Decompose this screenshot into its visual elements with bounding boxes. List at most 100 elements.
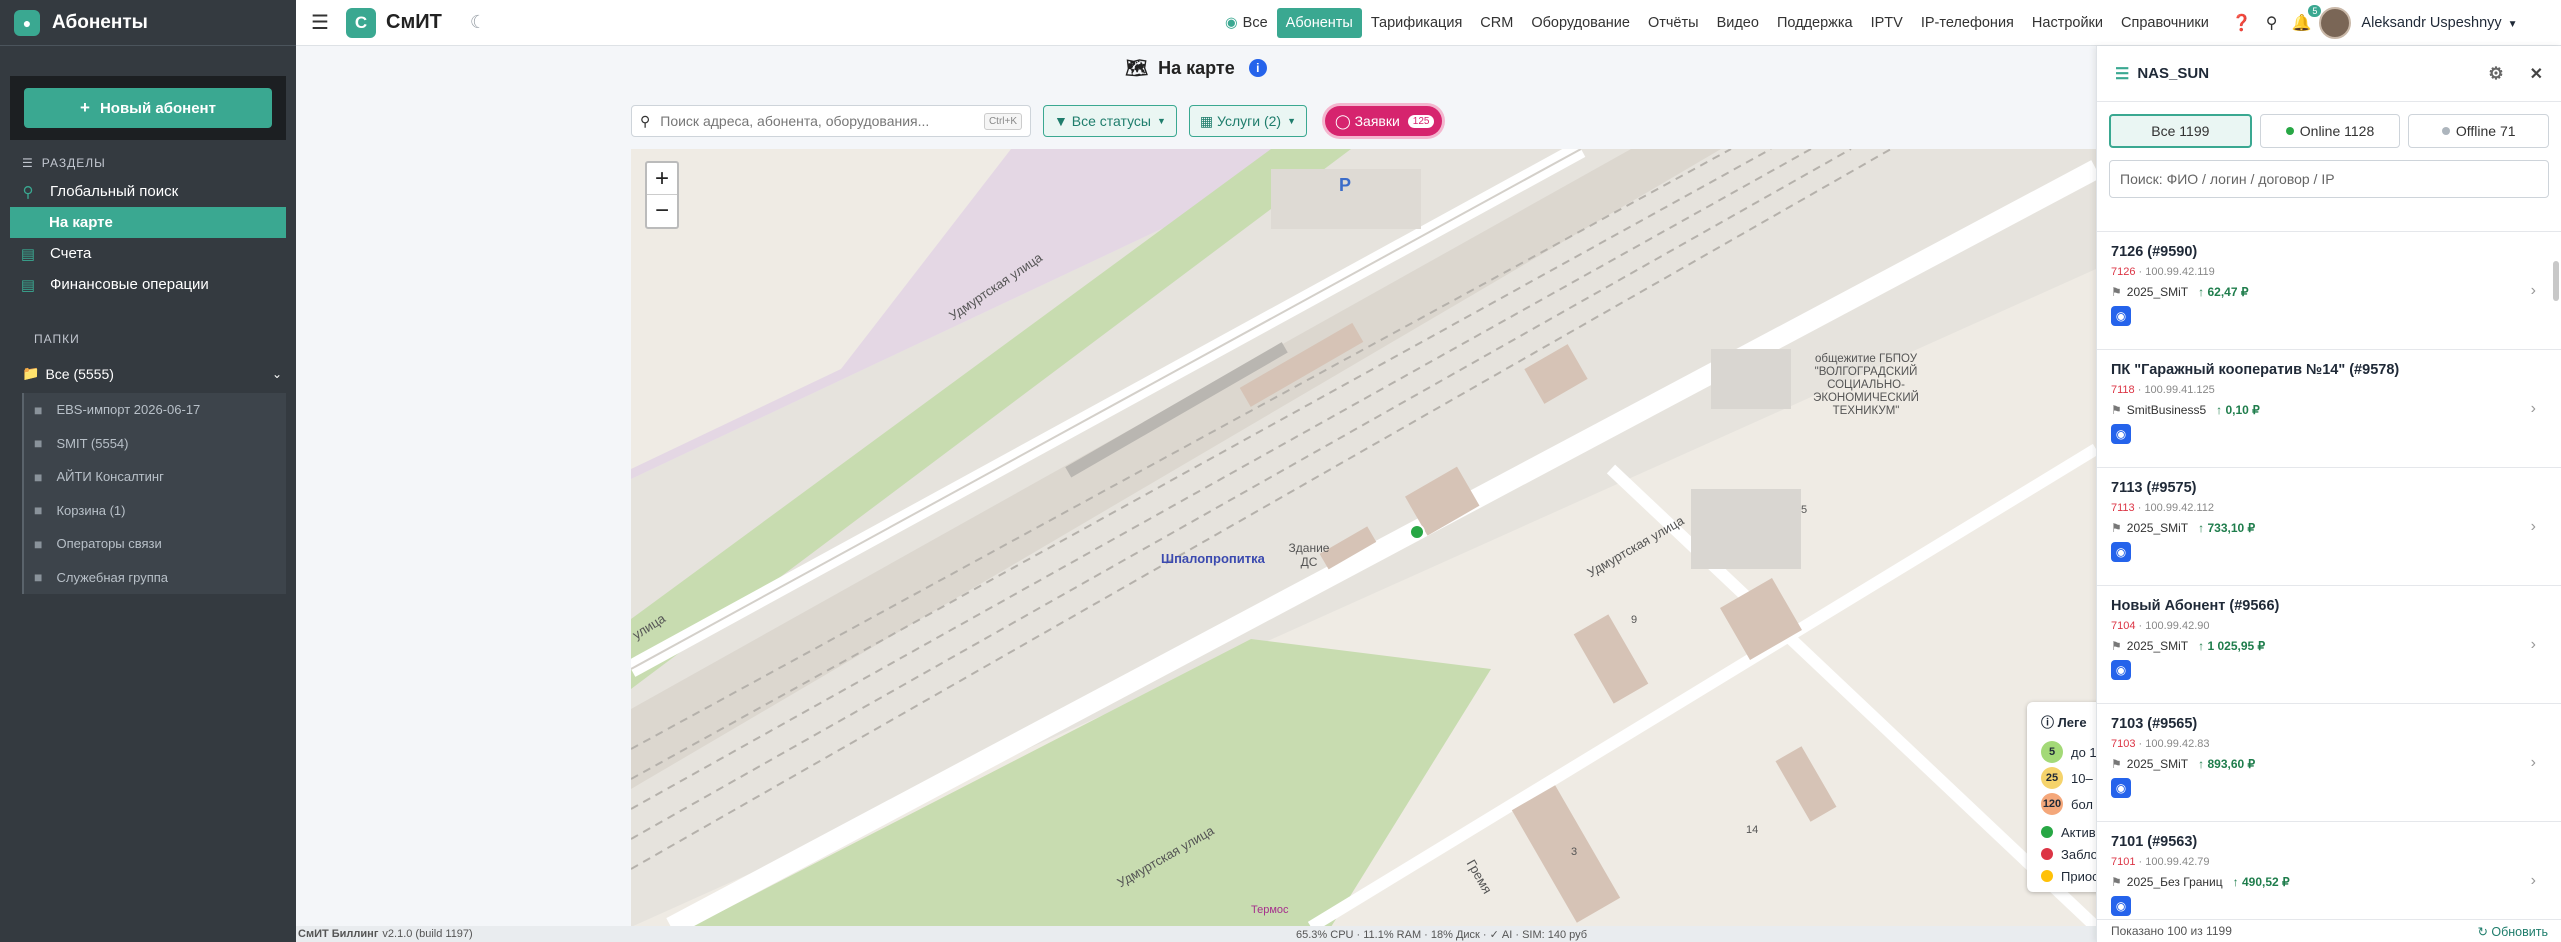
search-icon[interactable]: ⚲ bbox=[2266, 13, 2278, 33]
folder-icon: ■ bbox=[34, 468, 43, 485]
status-filter-dropdown[interactable]: ▼ Все статусы ▼ bbox=[1043, 105, 1177, 137]
map-house-number: 3 bbox=[1571, 846, 1578, 858]
ip-text: · 100.99.41.125 bbox=[2137, 384, 2215, 396]
tab-offline[interactable]: Offline 71 bbox=[2408, 114, 2550, 148]
online-dot bbox=[2285, 127, 2294, 135]
menu-subscribers[interactable]: Абоненты bbox=[1276, 8, 1362, 38]
folder-item[interactable]: ■ Служебная группа bbox=[24, 561, 286, 595]
nav-invoices[interactable]: ▤ Счета bbox=[0, 238, 296, 269]
gear-icon[interactable]: ⚙ bbox=[2488, 64, 2503, 84]
ip-text: · 100.99.42.79 bbox=[2138, 856, 2210, 868]
zoom-out-button[interactable]: − bbox=[647, 195, 677, 227]
chevron-down-icon[interactable]: ⌄ bbox=[272, 367, 282, 381]
zoom-in-button[interactable]: + bbox=[647, 163, 677, 195]
panel-header: ☰ NAS_SUN ⚙ ✕ bbox=[2097, 46, 2561, 102]
subscriber-login: 7103 · 100.99.42.83 bbox=[2111, 738, 2561, 750]
folder-item[interactable]: ■ SMIT (5554) bbox=[24, 427, 286, 461]
info-icon[interactable]: i bbox=[1248, 59, 1267, 77]
search-icon: ⚲ bbox=[640, 112, 651, 129]
nav-global-search[interactable]: ⚲ Глобальный поиск bbox=[0, 176, 296, 207]
app-logo[interactable]: C СмИТ bbox=[346, 7, 442, 38]
shortcut-hint: Ctrl+K bbox=[983, 112, 1022, 130]
map-marked-icon: 🗺 bbox=[1125, 57, 1149, 78]
sidebar-brand[interactable]: ● Абоненты bbox=[0, 0, 296, 46]
tab-all[interactable]: Все 1199 bbox=[2109, 114, 2252, 148]
refresh-button[interactable]: ↻ Обновить bbox=[2477, 924, 2548, 939]
internet-service-icon: ◉ bbox=[2111, 542, 2131, 562]
folder-item[interactable]: ■ Операторы связи bbox=[24, 527, 286, 561]
subscriber-tariff: ⚑ SmitBusiness5 ↑ 0,10 ₽ bbox=[2111, 403, 2561, 417]
menu-support[interactable]: Поддержка bbox=[1768, 8, 1862, 38]
panel-title: NAS_SUN bbox=[2137, 65, 2210, 82]
map-parking-label: P bbox=[1339, 175, 1352, 195]
nav-label: Финансовые операции bbox=[50, 276, 209, 293]
folder-label: SMIT (5554) bbox=[56, 435, 129, 451]
subscriber-card[interactable]: 7113 (#9575) 7113 · 100.99.42.112 ⚑ 2025_… bbox=[2097, 468, 2561, 586]
legend-text: бол bbox=[2071, 796, 2093, 812]
requests-count: 125 bbox=[1407, 114, 1435, 128]
menu-ip-telephony[interactable]: IP-телефония bbox=[1912, 8, 2023, 38]
internet-service-icon: ◉ bbox=[2111, 306, 2131, 326]
subscriber-card[interactable]: 7101 (#9563) 7101 · 100.99.42.79 ⚑ 2025_Б… bbox=[2097, 822, 2561, 919]
requests-toggle[interactable]: ◯ Заявки 125 bbox=[1325, 106, 1443, 136]
hamburger-small-icon: ☰ bbox=[22, 156, 34, 170]
folder-label: Корзина (1) bbox=[56, 502, 126, 518]
menu-equipment[interactable]: Оборудование bbox=[1522, 8, 1639, 38]
folder-all-label: Все (5555) bbox=[45, 365, 114, 382]
filter-icon: ▼ bbox=[1054, 113, 1072, 129]
menu-iptv[interactable]: IPTV bbox=[1862, 8, 1912, 38]
new-subscriber-label: Новый абонент bbox=[99, 99, 216, 117]
status-dot bbox=[2041, 848, 2053, 860]
close-icon[interactable]: ✕ bbox=[2530, 64, 2543, 84]
tab-online[interactable]: Online 1128 bbox=[2259, 114, 2401, 148]
folder-icon: ■ bbox=[34, 435, 43, 452]
menu-tariffs[interactable]: Тарификация bbox=[1362, 8, 1471, 38]
folder-icon: ■ bbox=[34, 569, 43, 586]
panel-scrollbar[interactable] bbox=[2553, 261, 2559, 301]
menu-video[interactable]: Видео bbox=[1708, 8, 1768, 38]
legend-text: Забло bbox=[2061, 846, 2096, 862]
subscriber-card[interactable]: ПК "Гаражный кооператив №14" (#9578) 711… bbox=[2097, 350, 2561, 468]
hamburger-icon[interactable]: ☰ bbox=[300, 10, 340, 35]
menu-directories[interactable]: Справочники bbox=[2112, 8, 2218, 38]
grid-icon: ▦ bbox=[1199, 112, 1218, 129]
invoice-icon: ▤ bbox=[20, 245, 36, 263]
folder-item[interactable]: ■ EBS-импорт 2026-06-17 bbox=[24, 393, 286, 427]
menu-all[interactable]: ◉ Все bbox=[1216, 8, 1277, 38]
menu-settings[interactable]: Настройки bbox=[2023, 8, 2112, 38]
user-menu[interactable]: Aleksandr Uspeshnyy ▼ bbox=[2361, 15, 2517, 31]
avatar[interactable] bbox=[2319, 7, 2352, 39]
legend-title-text: Леге bbox=[2057, 715, 2087, 730]
map-search-input[interactable]: ⚲ Поиск адреса, абонента, оборудования..… bbox=[631, 105, 1031, 137]
internet-service-icon: ◉ bbox=[2111, 424, 2131, 444]
help-icon[interactable]: ❓ bbox=[2232, 13, 2252, 33]
subscriber-title: 7113 (#9575) bbox=[2111, 480, 2197, 496]
subscriber-login: 7101 · 100.99.42.79 bbox=[2111, 856, 2561, 868]
menu-reports[interactable]: Отчёты bbox=[1639, 8, 1708, 38]
ip-text: · 100.99.42.119 bbox=[2138, 266, 2215, 278]
nav-finance[interactable]: ▤ Финансовые операции bbox=[0, 269, 296, 300]
folder-all[interactable]: 📁 Все (5555) ⌄ bbox=[0, 358, 296, 389]
panel-search-input[interactable]: Поиск: ФИО / логин / договор / IP bbox=[2109, 160, 2549, 198]
requests-label: Заявки bbox=[1354, 113, 1400, 129]
folder-item[interactable]: ■ Корзина (1) bbox=[24, 494, 286, 528]
subscriber-card[interactable]: 7126 (#9590) 7126 · 100.99.42.119 ⚑ 2025_… bbox=[2097, 232, 2561, 350]
bell-icon[interactable]: 🔔 5 bbox=[2292, 5, 2322, 33]
legend-row: Забло bbox=[2041, 843, 2096, 865]
folder-list: ■ EBS-импорт 2026-06-17 ■ SMIT (5554) ■ АЙТ… bbox=[22, 393, 286, 594]
new-subscriber-button[interactable]: + Новый абонент bbox=[24, 88, 272, 128]
services-filter-dropdown[interactable]: ▦ Услуги (2) ▼ bbox=[1188, 105, 1308, 137]
legend-title: ⓘ Леге bbox=[2041, 712, 2096, 731]
chevron-right-icon: › bbox=[2530, 518, 2536, 535]
subscriber-card[interactable]: Новый Абонент (#9566) 7104 · 100.99.42.9… bbox=[2097, 586, 2561, 704]
legend-row: 25 10– bbox=[2041, 765, 2096, 791]
nav-on-map[interactable]: На карте bbox=[10, 207, 286, 238]
menu-crm[interactable]: CRM bbox=[1471, 8, 1522, 38]
subscriber-card[interactable]: 7103 (#9565) 7103 · 100.99.42.83 ⚑ 2025_S… bbox=[2097, 704, 2561, 822]
map-canvas[interactable]: + − Удмуртская улица Удмуртская улица Уд… bbox=[631, 149, 2096, 927]
moon-icon[interactable]: ☾ bbox=[470, 12, 486, 33]
subscriber-list: 7126 (#9590) 7126 · 100.99.42.119 ⚑ 2025_… bbox=[2097, 231, 2561, 919]
legend-bubble: 25 bbox=[2041, 767, 2063, 789]
legend-bubble: 120 bbox=[2041, 793, 2063, 815]
folder-item[interactable]: ■ АЙТИ Консалтинг bbox=[24, 460, 286, 494]
